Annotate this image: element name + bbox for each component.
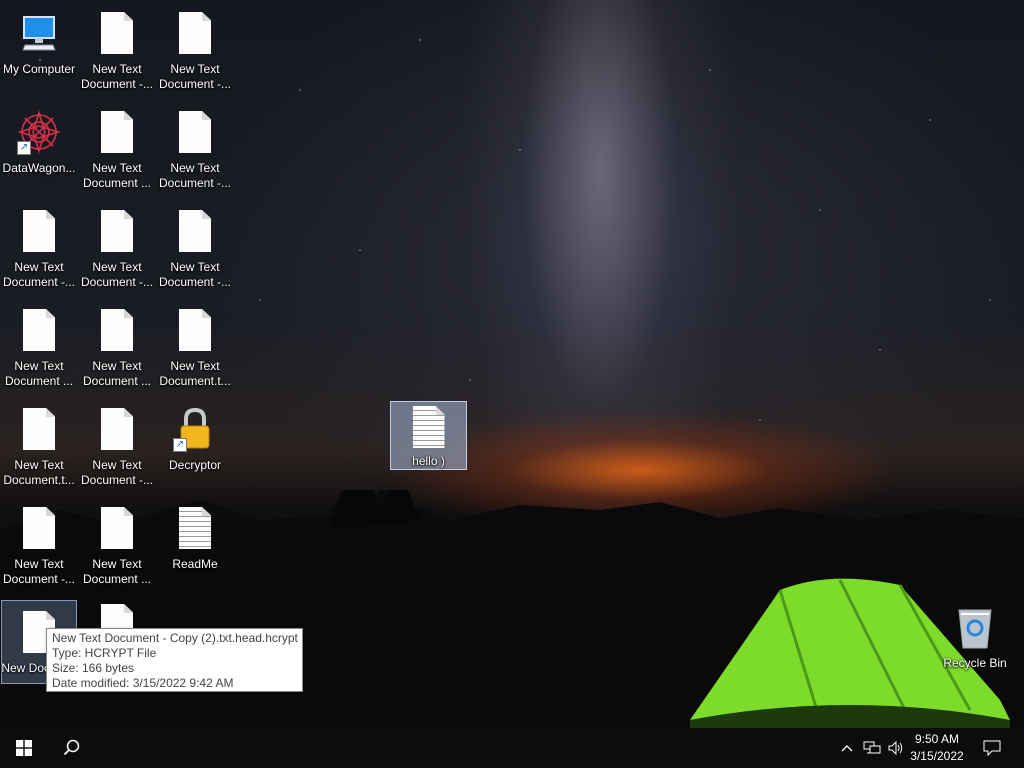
datawagon-app-icon: ↗ [17,109,61,155]
tooltip-file-size: Size: 166 bytes [52,661,135,675]
action-center-button[interactable] [976,728,1008,768]
desktop-icon-text-document[interactable]: New Text Document -... [157,101,233,195]
windows-logo-icon [16,740,32,756]
desktop-icon-label: Recycle Bin [943,656,1007,670]
desktop-icon-label: New Text Document -... [158,260,232,289]
taskbar: 9:50 AM 3/15/2022 [0,728,1024,768]
desktop-icon-text-document[interactable]: New Text Document -... [1,497,77,591]
tooltip-file-name: New Text Document - Copy (2).txt.head.hc… [52,631,298,645]
desktop-icon-text-document[interactable]: New Text Document.t... [157,299,233,393]
clock-time: 9:50 AM [914,732,960,746]
text-file-icon [23,309,55,351]
desktop-icon-label: New Text Document -... [2,557,76,586]
desktop-icon-text-document[interactable]: New Text Document -... [79,200,155,294]
text-file-icon [23,210,55,252]
desktop-icon-label: New Text Document.t... [159,359,231,388]
desktop-icon-label: New Text Document ... [4,359,74,388]
tooltip-file-type: Type: HCRYPT File [52,646,157,660]
text-file-icon [101,507,133,549]
text-file-icon [101,111,133,153]
desktop-icon-datawagon[interactable]: ↗ DataWagon... [1,101,77,195]
file-info-tooltip: New Text Document - Copy (2).txt.head.hc… [46,628,303,692]
text-file-icon [412,406,445,448]
text-file-icon [179,12,211,54]
text-file-icon [23,408,55,450]
text-file-icon [179,309,211,351]
show-hidden-icons-button[interactable] [836,728,858,768]
desktop-icon-readme[interactable]: ReadMe [157,497,233,591]
text-file-icon [101,12,133,54]
start-button[interactable] [0,728,48,768]
computer-icon [17,10,61,56]
lock-icon: ↗ [173,406,217,452]
desktop-icon-text-document[interactable]: New Text Document -... [79,2,155,96]
desktop-icon-text-document[interactable]: New Text Document -... [79,398,155,492]
desktop-icon-label: hello ) [412,454,445,468]
volume-button[interactable] [884,728,908,768]
desktop-icon-text-document[interactable]: New Text Document ... [79,101,155,195]
desktop-icon-label: DataWagon... [2,161,76,175]
volume-icon [888,740,903,756]
desktop-icon-text-document[interactable]: New Text Document -... [1,200,77,294]
shortcut-arrow-icon: ↗ [17,141,31,155]
text-file-icon [23,507,55,549]
notification-icon [983,740,1001,756]
tooltip-date-modified: Date modified: 3/15/2022 9:42 AM [52,676,234,690]
text-file-icon [101,408,133,450]
clock-date: 3/15/2022 [910,749,964,763]
desktop-icon-text-document[interactable]: New Text Document -... [157,200,233,294]
search-button[interactable] [48,728,96,768]
desktop-icon-label: New Text Document.t... [3,458,75,487]
desktop-icon-text-document[interactable]: New Text Document.t... [1,398,77,492]
desktop-icon-label: New Text Document ... [82,557,152,586]
desktop-icon-text-document[interactable]: New Text Document ... [79,299,155,393]
desktop-icon-label: New Text Document -... [80,62,154,91]
desktop-icon-label: New Text Document ... [82,359,152,388]
search-icon [63,739,80,756]
taskbar-clock[interactable]: 9:50 AM 3/15/2022 [906,731,968,765]
desktop-icon-my-computer[interactable]: My Computer [1,2,77,96]
desktop-icon-label: My Computer [2,62,76,76]
text-file-icon [101,309,133,351]
recycle-bin-icon [953,604,997,650]
shortcut-arrow-icon: ↗ [173,438,187,452]
text-file-icon [179,111,211,153]
desktop-icon-label: Decryptor [168,458,221,472]
desktop-icon-label: New Text Document -... [80,260,154,289]
text-file-icon [179,210,211,252]
desktop-icon-label: New Text Document -... [158,62,232,91]
desktop-icon-text-document[interactable]: New Text Document ... [1,299,77,393]
desktop-icon-label: New Text Document -... [158,161,232,190]
network-button[interactable] [860,728,884,768]
desktop-icon-decryptor[interactable]: ↗ Decryptor [157,398,233,492]
desktop-icon-label: ReadMe [172,557,218,571]
text-file-icon [101,210,133,252]
chevron-up-icon [841,745,853,752]
desktop-icon-hello-dragging[interactable]: hello ) [390,401,467,470]
desktop-icon-label: New Text Document ... [82,161,152,190]
desktop-icon-text-document[interactable]: New Text Document ... [79,497,155,591]
desktop-icon-text-document[interactable]: New Text Document -... [157,2,233,96]
desktop-icon-label: New Text Document -... [80,458,154,487]
network-icon [863,741,881,754]
notepad-file-icon [179,507,211,549]
desktop-icon-text-document[interactable] [79,596,155,632]
desktop-icon-recycle-bin[interactable]: Recycle Bin [937,596,1013,690]
desktop-icon-label: New Text Document -... [2,260,76,289]
